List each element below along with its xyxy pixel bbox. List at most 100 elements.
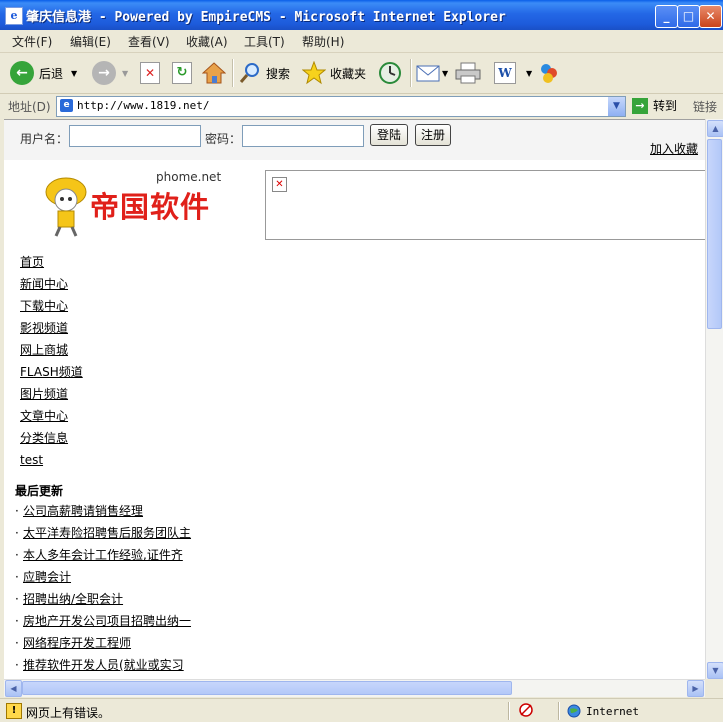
go-button[interactable]: → 转到 bbox=[632, 97, 677, 114]
stop-icon: ✕ bbox=[140, 62, 160, 84]
nav-movies[interactable]: 影视频道 bbox=[20, 319, 68, 336]
scroll-down-icon[interactable]: ▼ bbox=[707, 662, 723, 679]
nav-test[interactable]: test bbox=[20, 453, 43, 467]
minimize-button[interactable]: _ bbox=[655, 5, 678, 28]
nav-flash[interactable]: FLASH频道 bbox=[20, 363, 83, 380]
list-item[interactable]: · 网络程序开发工程师 bbox=[15, 634, 131, 651]
mail-button[interactable]: ▼ bbox=[416, 59, 448, 87]
list-item[interactable]: · 公司高薪聘请销售经理 bbox=[15, 502, 143, 519]
chevron-down-icon[interactable]: ▼ bbox=[71, 69, 77, 78]
nav-articles[interactable]: 文章中心 bbox=[20, 407, 68, 424]
address-bar: 地址(D) e http://www.1819.net/ ▼ → 转到 链接 bbox=[0, 94, 723, 118]
privacy-icon[interactable] bbox=[518, 702, 534, 718]
printer-icon bbox=[455, 62, 481, 84]
address-label: 地址(D) bbox=[8, 100, 51, 114]
back-button[interactable]: ← 后退 ▼ bbox=[10, 59, 77, 87]
list-item[interactable]: · 应聘会计 bbox=[15, 568, 71, 585]
horizontal-scroll-thumb[interactable] bbox=[22, 681, 512, 695]
broken-image-icon: ✕ bbox=[272, 177, 287, 192]
list-item[interactable]: · 太平洋寿险招聘售后服务团队主 bbox=[15, 524, 191, 541]
zone-label: Internet bbox=[586, 704, 639, 718]
links-toolbar[interactable]: 链接 bbox=[693, 98, 717, 115]
print-button[interactable] bbox=[455, 59, 481, 87]
status-bar: ! 网页上有错误。 Internet bbox=[0, 698, 723, 722]
warning-icon[interactable]: ! bbox=[6, 703, 22, 719]
go-label: 转到 bbox=[653, 99, 678, 113]
back-arrow-icon: ← bbox=[10, 61, 34, 85]
list-item[interactable]: · 本人多年会计工作经验,证件齐 bbox=[15, 546, 183, 563]
list-item[interactable]: · 房地产开发公司项目招聘出纳一 bbox=[15, 612, 191, 629]
history-icon bbox=[379, 62, 401, 84]
chevron-down-icon[interactable]: ▼ bbox=[608, 97, 625, 116]
horizontal-scrollbar[interactable]: ◀ ▶ bbox=[4, 679, 705, 697]
chevron-down-icon[interactable]: ▼ bbox=[442, 69, 448, 78]
search-icon bbox=[239, 63, 259, 83]
page-content: 用户名： 密码： 登陆 注册 加入收藏 phome.net 帝国软件 ✕ 首页 … bbox=[4, 119, 705, 680]
history-button[interactable] bbox=[378, 59, 402, 87]
nav-news[interactable]: 新闻中心 bbox=[20, 275, 68, 292]
login-button[interactable]: 登陆 bbox=[370, 124, 408, 146]
refresh-button[interactable]: ↻ bbox=[172, 59, 192, 87]
chevron-down-icon[interactable]: ▼ bbox=[526, 69, 532, 78]
address-input[interactable]: e http://www.1819.net/ ▼ bbox=[56, 96, 626, 117]
back-label: 后退 bbox=[39, 66, 64, 81]
ie-window: e 肇庆信息港 - Powered by EmpireCMS - Microso… bbox=[0, 0, 723, 722]
refresh-icon: ↻ bbox=[172, 62, 192, 84]
logo-domain: phome.net bbox=[156, 170, 222, 184]
messenger-icon bbox=[541, 64, 557, 83]
edit-button[interactable]: W ▼ bbox=[494, 59, 532, 87]
password-input[interactable] bbox=[242, 125, 364, 147]
menu-bar: 文件(F) 编辑(E) 查看(V) 收藏(A) 工具(T) 帮助(H) bbox=[0, 30, 723, 82]
forward-arrow-icon: → bbox=[92, 61, 116, 85]
nav-shop[interactable]: 网上商城 bbox=[20, 341, 68, 358]
word-icon: W bbox=[494, 62, 516, 84]
title-bar[interactable]: e 肇庆信息港 - Powered by EmpireCMS - Microso… bbox=[0, 0, 723, 30]
status-message: 网页上有错误。 bbox=[26, 706, 111, 720]
mail-icon bbox=[416, 65, 440, 82]
close-button[interactable]: ✕ bbox=[699, 5, 722, 28]
messenger-button[interactable] bbox=[537, 59, 561, 87]
logo-brand: 帝国软件 bbox=[90, 190, 211, 224]
stop-button[interactable]: ✕ bbox=[140, 59, 160, 87]
page-icon: e bbox=[60, 99, 73, 112]
register-button[interactable]: 注册 bbox=[415, 124, 451, 146]
toolbar: ← 后退 ▼ → ▼ ✕ ↻ 搜索 收藏夹 ▼ W ▼ bbox=[0, 53, 723, 94]
nav-home[interactable]: 首页 bbox=[20, 253, 44, 270]
add-favorite-link[interactable]: 加入收藏 bbox=[650, 140, 698, 157]
vertical-scroll-thumb[interactable] bbox=[707, 139, 722, 329]
scroll-right-icon[interactable]: ▶ bbox=[687, 680, 704, 697]
favorites-label: 收藏夹 bbox=[330, 66, 367, 81]
menu-file[interactable]: 文件(F) bbox=[12, 33, 52, 50]
username-label: 用户名： bbox=[20, 132, 69, 146]
menu-help[interactable]: 帮助(H) bbox=[302, 33, 344, 50]
maximize-button[interactable]: □ bbox=[677, 5, 700, 28]
menu-tools[interactable]: 工具(T) bbox=[244, 33, 285, 50]
password-label: 密码： bbox=[205, 132, 242, 146]
scrollbar-corner bbox=[705, 679, 722, 696]
forward-button[interactable]: → ▼ bbox=[92, 59, 128, 87]
home-button[interactable] bbox=[202, 59, 226, 87]
ie-app-icon: e bbox=[5, 7, 23, 25]
menu-view[interactable]: 查看(V) bbox=[128, 33, 170, 50]
go-arrow-icon: → bbox=[632, 97, 648, 114]
vertical-scrollbar[interactable]: ▲ ▼ bbox=[705, 119, 723, 679]
username-input[interactable] bbox=[69, 125, 201, 147]
nav-classifieds[interactable]: 分类信息 bbox=[20, 429, 68, 446]
menu-edit[interactable]: 编辑(E) bbox=[70, 33, 111, 50]
menu-favorites[interactable]: 收藏(A) bbox=[186, 33, 228, 50]
scroll-left-icon[interactable]: ◀ bbox=[5, 680, 22, 697]
nav-pictures[interactable]: 图片频道 bbox=[20, 385, 68, 402]
list-item[interactable]: · 招聘出纳/全职会计 bbox=[15, 590, 123, 607]
security-zone: Internet bbox=[567, 704, 639, 718]
search-label: 搜索 bbox=[266, 66, 291, 81]
favorites-button[interactable]: 收藏夹 bbox=[302, 59, 366, 87]
chevron-down-icon[interactable]: ▼ bbox=[122, 69, 128, 78]
window-title: 肇庆信息港 - Powered by EmpireCMS - Microsoft… bbox=[26, 10, 506, 25]
search-button[interactable]: 搜索 bbox=[238, 59, 290, 87]
login-bar: 用户名： 密码： 登陆 注册 加入收藏 bbox=[4, 120, 705, 160]
list-item[interactable]: · 推荐软件开发人员(就业或实习 bbox=[15, 656, 184, 673]
scroll-up-icon[interactable]: ▲ bbox=[707, 120, 723, 137]
latest-updates-title: 最后更新 bbox=[15, 484, 64, 498]
nav-download[interactable]: 下载中心 bbox=[20, 297, 68, 314]
site-logo[interactable]: phome.net 帝国软件 bbox=[40, 170, 240, 240]
